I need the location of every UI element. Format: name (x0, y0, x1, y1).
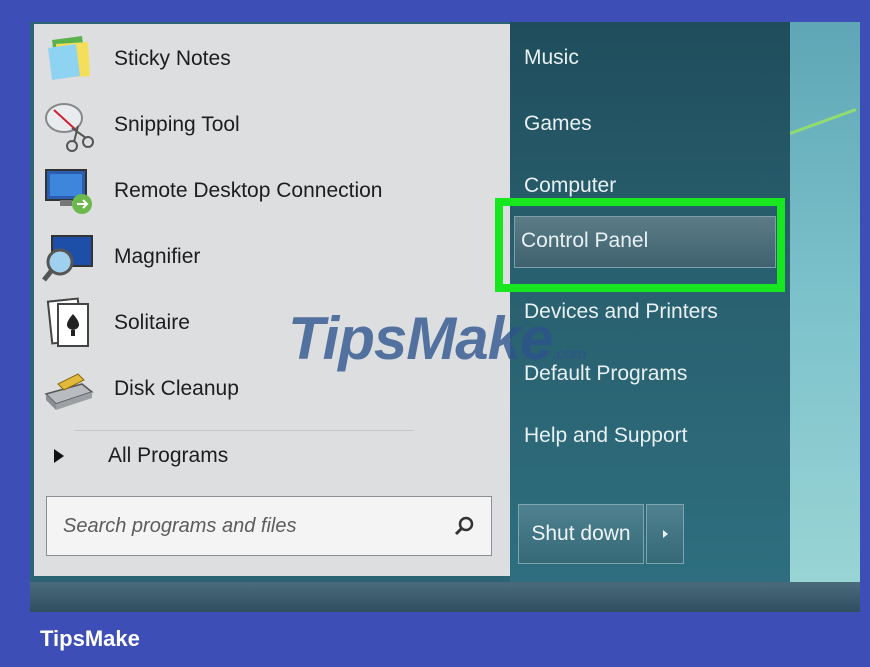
program-snipping-tool[interactable]: Snipping Tool (42, 96, 482, 154)
search-placeholder: Search programs and files (63, 514, 297, 537)
disk-cleanup-icon (42, 362, 96, 416)
shutdown-button[interactable]: Shut down (518, 504, 644, 564)
brand-label: TipsMake (40, 626, 140, 651)
scissors-icon (42, 98, 96, 152)
search-icon[interactable] (453, 514, 477, 538)
shutdown-options-button[interactable] (646, 504, 684, 564)
program-label: Solitaire (114, 311, 190, 334)
program-sticky-notes[interactable]: Sticky Notes (42, 30, 482, 88)
all-programs-button[interactable]: All Programs (42, 436, 482, 476)
start-menu-programs-pane: Sticky Notes Snipping Tool Remote Deskto… (34, 24, 511, 576)
program-label: Remote Desktop Connection (114, 179, 383, 202)
link-computer[interactable]: Computer (524, 174, 616, 198)
link-games[interactable]: Games (524, 112, 592, 136)
menu-divider (74, 430, 414, 431)
remote-desktop-icon (42, 164, 96, 218)
watermark: TipsMake.com (288, 304, 587, 373)
link-music[interactable]: Music (524, 46, 579, 70)
taskbar (30, 582, 860, 612)
triangle-right-icon (54, 449, 64, 463)
chevron-right-icon (662, 530, 668, 538)
link-help-and-support[interactable]: Help and Support (524, 424, 687, 448)
watermark-text: TipsMake (288, 305, 553, 372)
watermark-suffix: .com (552, 346, 586, 363)
search-input[interactable]: Search programs and files (46, 496, 492, 556)
all-programs-label: All Programs (108, 444, 229, 467)
program-remote-desktop[interactable]: Remote Desktop Connection (42, 162, 482, 220)
solitaire-icon (42, 296, 96, 350)
program-label: Snipping Tool (114, 113, 240, 136)
magnifier-icon (42, 230, 96, 284)
highlight-box (495, 198, 785, 292)
sticky-notes-icon (42, 32, 96, 86)
program-label: Magnifier (114, 245, 201, 268)
program-label: Sticky Notes (114, 47, 231, 70)
program-label: Disk Cleanup (114, 377, 239, 400)
shutdown-label: Shut down (531, 522, 631, 545)
program-magnifier[interactable]: Magnifier (42, 228, 482, 286)
